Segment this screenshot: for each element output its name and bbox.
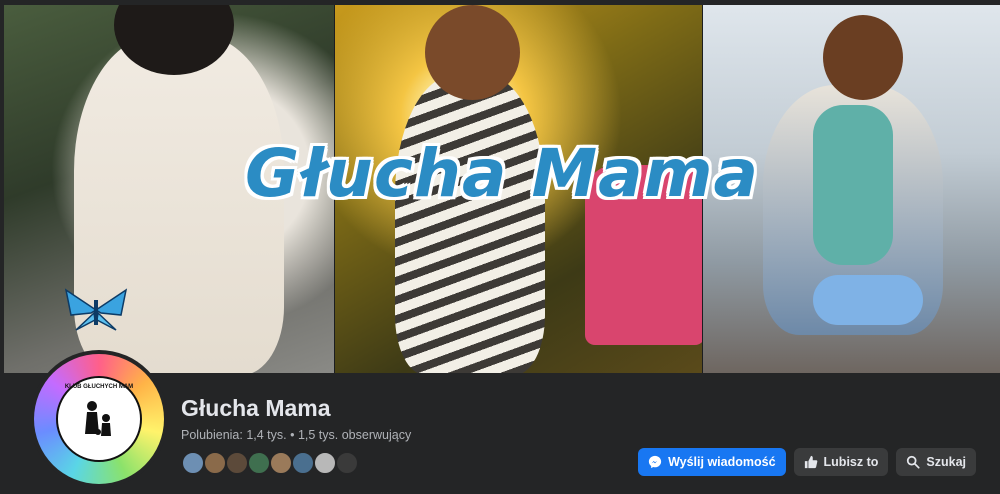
page-actions: Wyślij wiadomość Lubisz to Szukaj (638, 448, 976, 476)
search-icon (907, 455, 920, 469)
friend-avatar[interactable] (225, 451, 249, 475)
like-label: Lubisz to (823, 455, 879, 469)
send-message-label: Wyślij wiadomość (668, 455, 776, 469)
messenger-icon (648, 455, 662, 469)
mother-child-icon (85, 401, 111, 436)
friend-avatar[interactable] (181, 451, 205, 475)
friend-avatars (181, 451, 359, 475)
woman-hair (823, 15, 903, 100)
search-button[interactable]: Szukaj (896, 448, 976, 476)
friend-avatar[interactable] (269, 451, 293, 475)
friend-avatar[interactable] (335, 451, 359, 475)
ride-on-toy (813, 275, 923, 325)
page-stats: Polubienia: 1,4 tys. • 1,5 tys. obserwuj… (181, 428, 412, 442)
profile-avatar[interactable]: KLUB GŁUCHYCH MAM (30, 350, 168, 488)
friend-avatar[interactable] (247, 451, 271, 475)
woman-figure (395, 75, 545, 373)
woman-hair (425, 5, 520, 100)
butterfly-icon (64, 288, 128, 331)
friend-avatar[interactable] (291, 451, 315, 475)
page-title: Głucha Mama (181, 395, 331, 421)
thumbs-up-icon (804, 455, 817, 469)
avatar-ring-text: KLUB GŁUCHYCH MAM (64, 384, 134, 390)
friend-avatar[interactable] (203, 451, 227, 475)
search-label: Szukaj (926, 455, 966, 469)
send-message-button[interactable]: Wyślij wiadomość (638, 448, 786, 476)
cover-photo[interactable]: Głucha Mama (4, 5, 1000, 373)
like-button[interactable]: Lubisz to (793, 448, 889, 476)
avatar-rainbow: KLUB GŁUCHYCH MAM (34, 354, 164, 484)
cover-title: Głucha Mama (244, 135, 760, 212)
friend-avatar[interactable] (313, 451, 337, 475)
avatar-logo: KLUB GŁUCHYCH MAM (56, 376, 142, 462)
